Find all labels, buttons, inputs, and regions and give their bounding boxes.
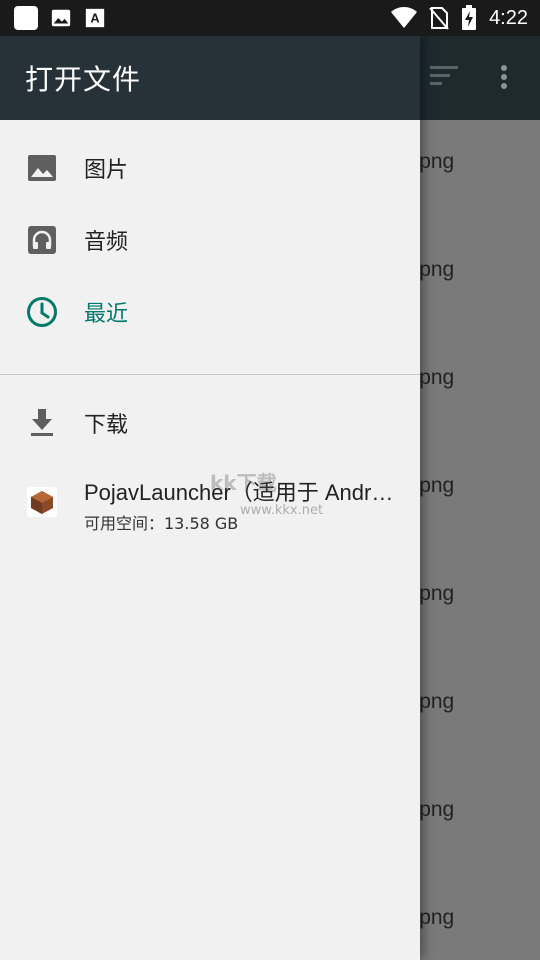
- battery-charging-icon: [462, 5, 477, 30]
- nav-list: 图片 音频 最近: [0, 120, 420, 348]
- nav-item-audio[interactable]: 音频: [0, 204, 420, 276]
- drawer-header: 打开文件: [0, 36, 420, 120]
- headphones-icon: [26, 224, 58, 256]
- navigation-drawer: 打开文件 图片 音频 最近 下载 PojavLauncher（适用于 Andro…: [0, 36, 420, 960]
- status-bar: A 4:22: [0, 0, 540, 36]
- no-sim-icon: [429, 7, 449, 30]
- nav-item-downloads[interactable]: 下载: [0, 387, 420, 459]
- nav-item-label: 下载: [84, 413, 129, 438]
- watermark: kk下载: [210, 471, 277, 495]
- image-icon: [51, 9, 71, 27]
- nav-item-recent[interactable]: 最近: [0, 276, 420, 348]
- sort-icon[interactable]: [430, 66, 458, 86]
- wifi-icon: [391, 7, 418, 28]
- root-free-space: 可用空间：13.58 GB: [84, 514, 239, 533]
- download-icon: [26, 407, 58, 439]
- roots-list: 下载 PojavLauncher（适用于 Android) 可用空间：13.58…: [0, 375, 420, 539]
- screen: A 4:22 35.png 17.png 04.png 30.png 35.pn…: [0, 0, 540, 960]
- watermark-url: www.kkx.net: [240, 503, 324, 518]
- app-icon: [27, 487, 57, 517]
- drawer-title: 打开文件: [25, 63, 142, 96]
- nav-item-images[interactable]: 图片: [0, 132, 420, 204]
- nav-item-label: 图片: [84, 158, 129, 183]
- clock-icon: [26, 296, 58, 328]
- more-options-icon[interactable]: [500, 64, 508, 90]
- image-icon: [26, 152, 58, 184]
- app-square-icon: [14, 6, 38, 30]
- clock-time: 4:22: [489, 6, 528, 29]
- nav-item-label: 音频: [84, 230, 129, 255]
- root-item-pojavlauncher[interactable]: PojavLauncher（适用于 Android) 可用空间：13.58 GB…: [0, 459, 420, 539]
- svg-text:A: A: [90, 11, 99, 26]
- a-box-icon: A: [85, 8, 105, 28]
- nav-item-label: 最近: [84, 302, 129, 327]
